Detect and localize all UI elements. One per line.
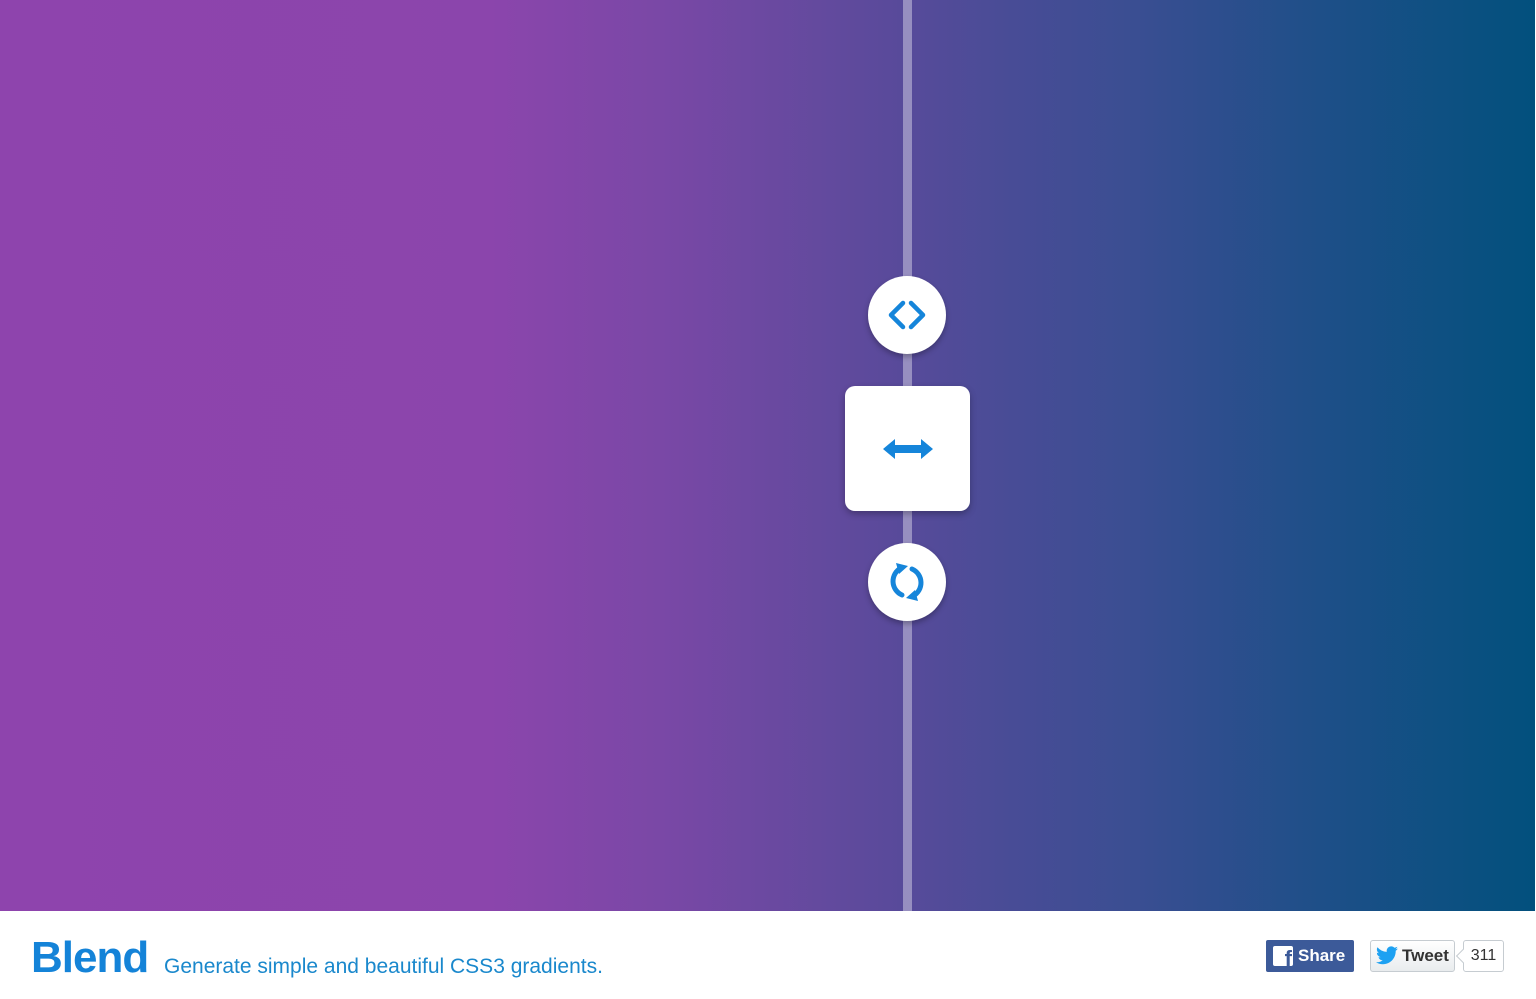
twitter-bird-icon [1376, 946, 1398, 965]
code-icon [888, 300, 926, 330]
tweet-button[interactable]: Tweet [1370, 940, 1455, 972]
view-code-button[interactable] [868, 276, 946, 354]
swap-direction-button[interactable] [845, 386, 970, 511]
brand-logo[interactable]: Blend [31, 932, 149, 984]
gradient-preview [0, 0, 1535, 911]
tweet-count: 311 [1463, 940, 1504, 972]
tagline: Generate simple and beautiful CSS3 gradi… [164, 955, 603, 978]
facebook-share-label: Share [1298, 946, 1346, 965]
facebook-share-button[interactable]: f Share [1266, 940, 1354, 972]
tweet-label: Tweet [1402, 946, 1449, 965]
footer: Blend Generate simple and beautiful CSS3… [0, 911, 1535, 999]
refresh-icon [890, 563, 924, 601]
swap-direction-icon [882, 438, 933, 459]
facebook-icon: f [1273, 946, 1293, 966]
refresh-gradient-button[interactable] [868, 543, 946, 621]
